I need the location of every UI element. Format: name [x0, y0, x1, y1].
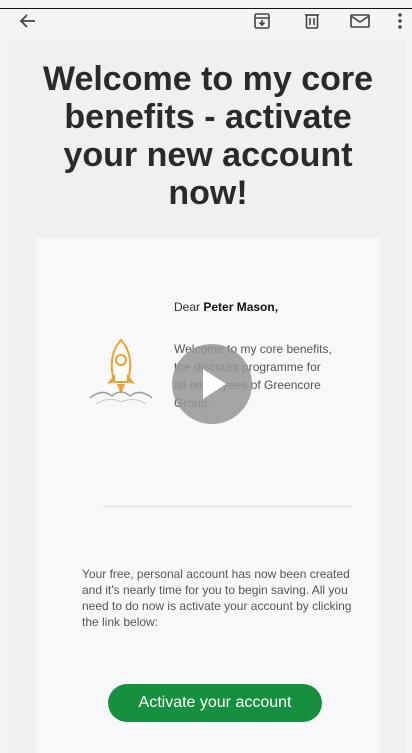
email-card: Dear Peter Mason, Welcome to my core ben…: [36, 238, 380, 753]
more-vertical-icon: [398, 13, 402, 29]
arrow-left-icon: [19, 14, 35, 28]
delete-button[interactable]: [300, 9, 324, 33]
more-options-button[interactable]: [392, 9, 408, 33]
recipient-name: Peter Mason,: [203, 300, 279, 314]
archive-icon: [254, 13, 270, 29]
play-icon: [203, 369, 226, 399]
rocket-icon: [89, 338, 153, 405]
archive-button[interactable]: [250, 9, 274, 33]
email-toolbar: [0, 0, 412, 40]
greeting-prefix: Dear: [174, 300, 201, 314]
greeting: Dear Peter Mason,: [174, 300, 278, 314]
mark-unread-button[interactable]: [348, 9, 372, 33]
mail-icon: [350, 14, 370, 28]
video-play-button[interactable]: [172, 344, 252, 424]
email-heading: Welcome to my core benefits - activate y…: [42, 60, 374, 212]
email-body: Welcome to my core benefits - activate y…: [8, 40, 406, 753]
account-message: Your free, personal account has now been…: [82, 567, 352, 629]
activate-account-button[interactable]: Activate your account: [108, 684, 322, 722]
trash-icon: [305, 14, 319, 29]
back-button[interactable]: [16, 9, 40, 33]
content-divider: [102, 506, 352, 507]
